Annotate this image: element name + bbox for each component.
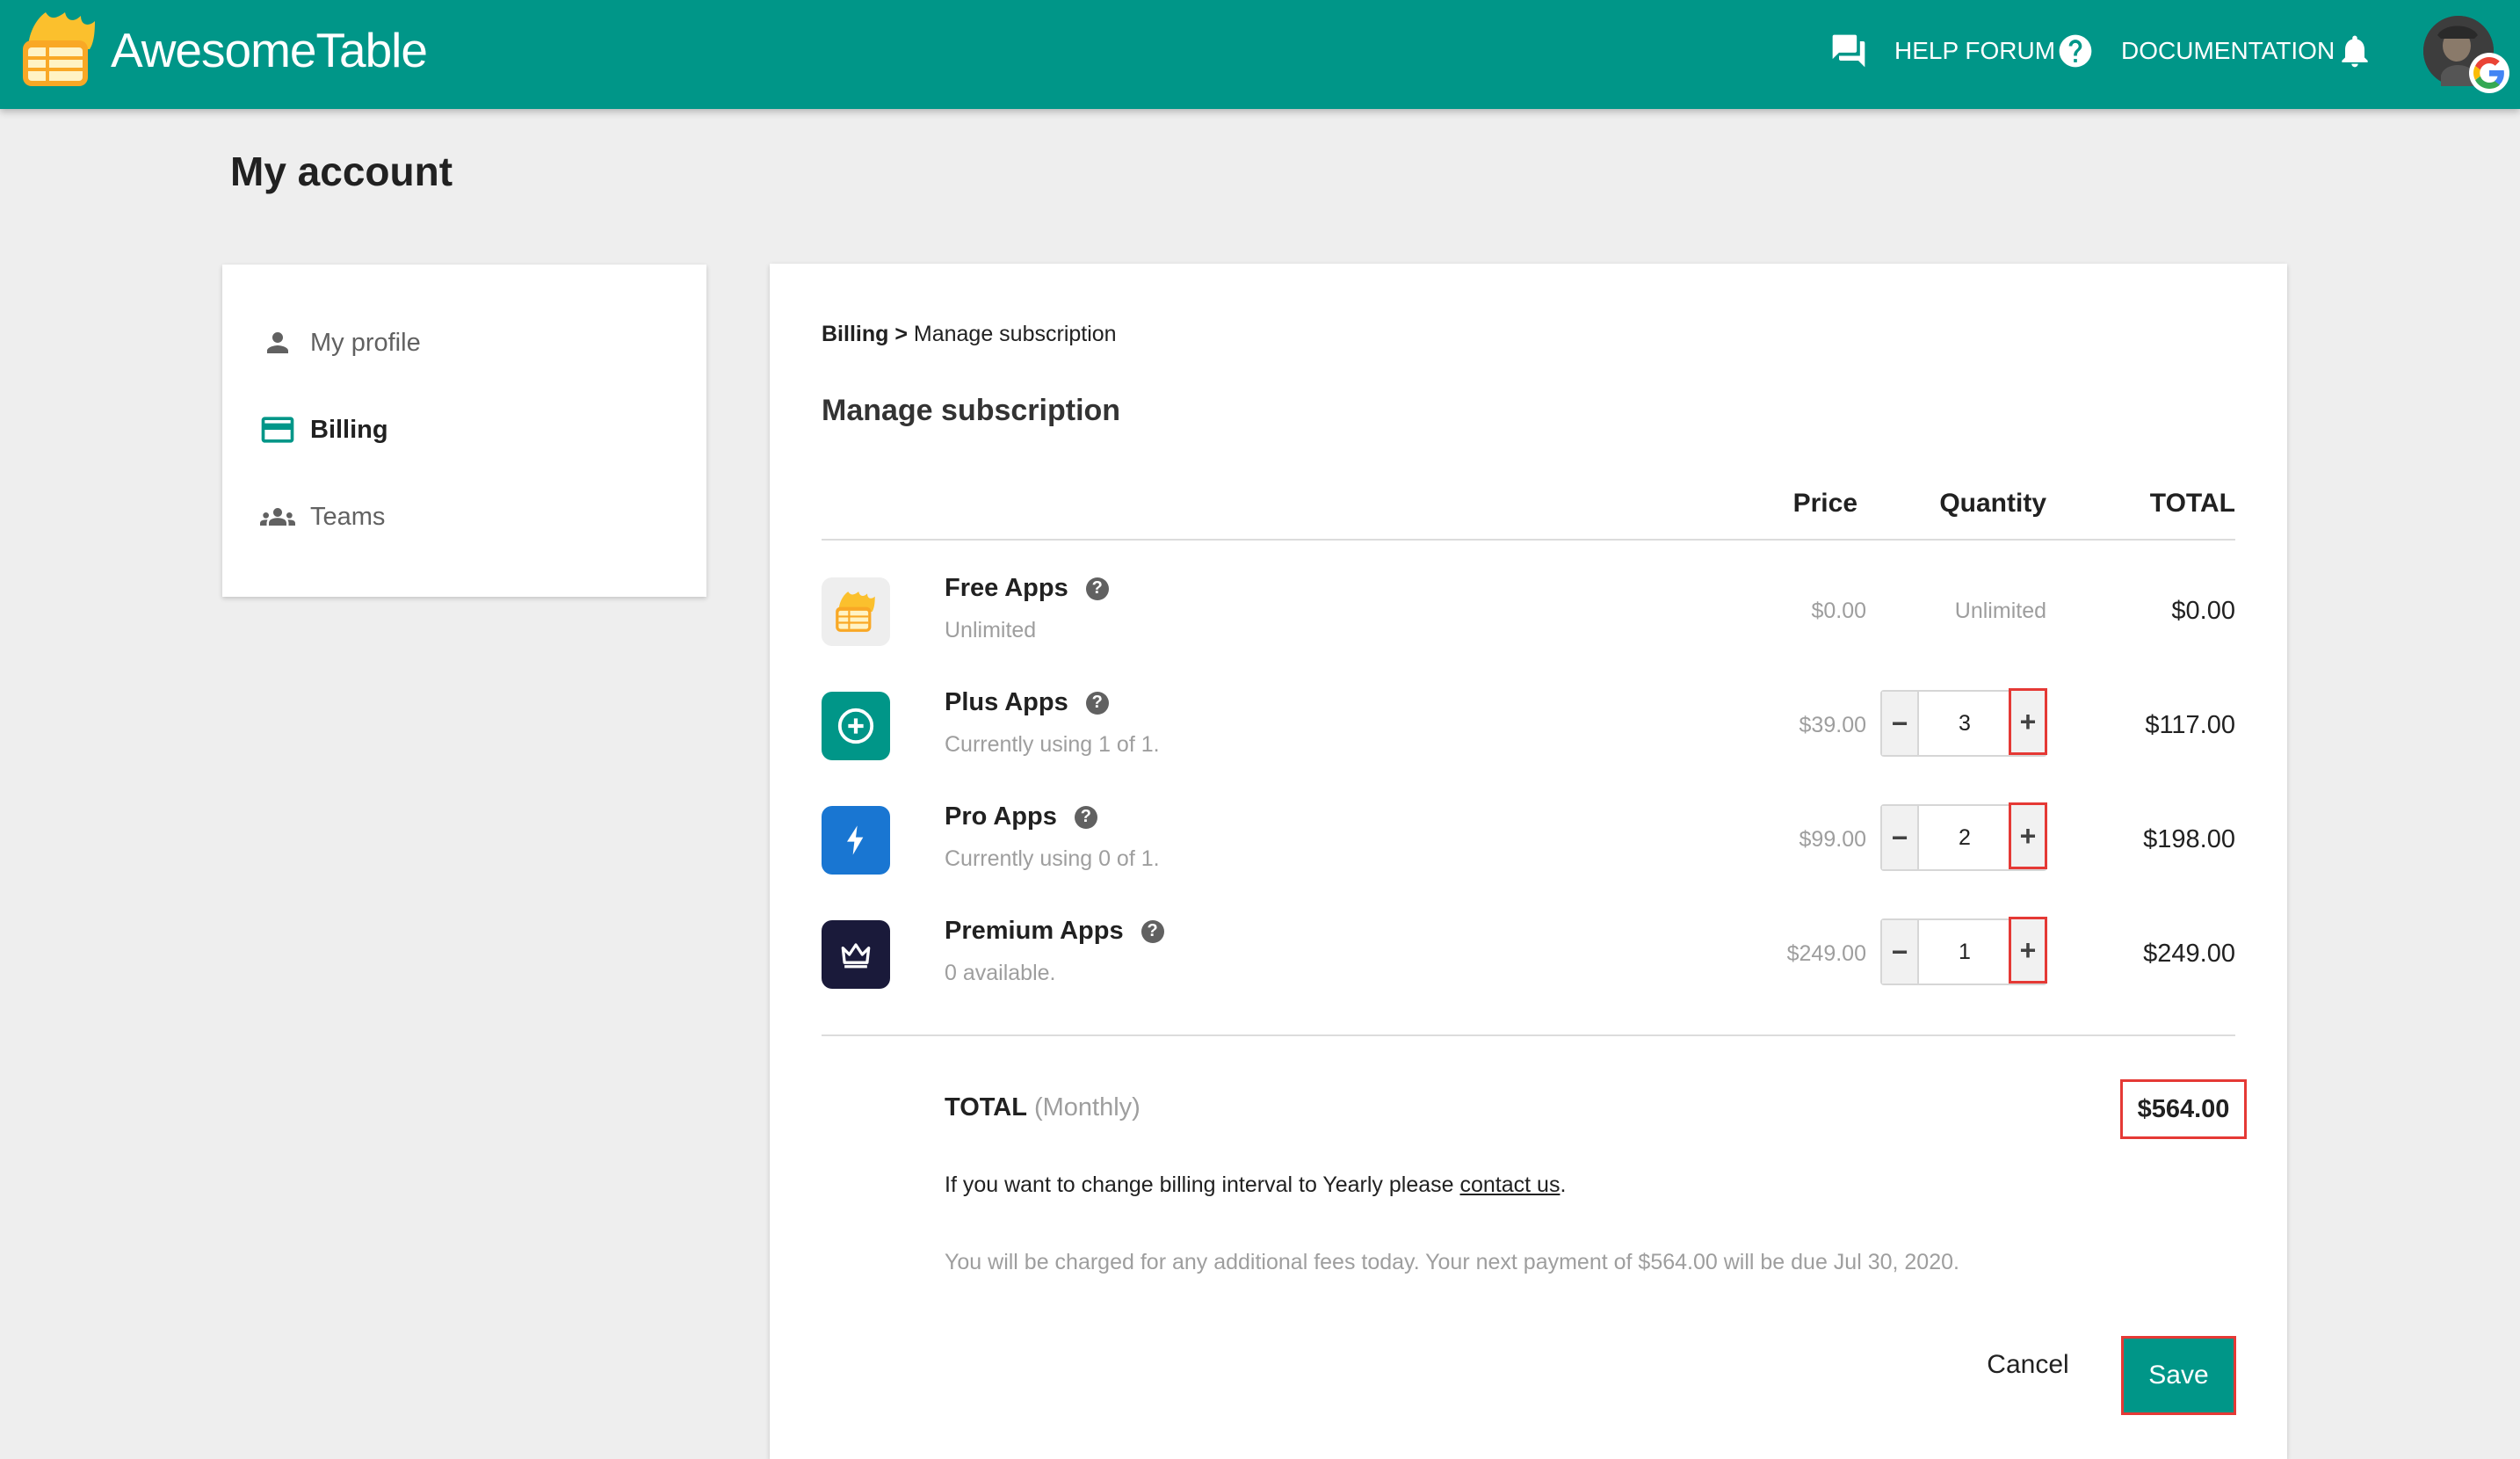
manage-subscription-card: Billing > Manage subscription Manage sub…	[770, 264, 2287, 1459]
plan-name-text: Plus Apps	[945, 688, 1068, 716]
sidebar-item-my-profile[interactable]: My profile	[222, 308, 706, 378]
plan-name-text: Free Apps	[945, 574, 1068, 602]
credit-card-icon	[257, 410, 298, 450]
save-button[interactable]: Save	[2121, 1336, 2236, 1415]
cancel-button[interactable]: Cancel	[1966, 1332, 2089, 1397]
interval-note-text: If you want to change billing interval t…	[945, 1172, 1460, 1197]
column-header-price: Price	[1792, 489, 1857, 518]
quantity-input[interactable]	[1919, 920, 2010, 984]
increment-button[interactable]: +	[2009, 688, 2047, 755]
quantity-stepper: − +	[1880, 917, 2047, 985]
people-icon	[257, 497, 298, 537]
plan-subtitle: Currently using 1 of 1.	[945, 732, 1160, 757]
plan-total: $198.00	[2143, 825, 2235, 853]
column-header-quantity: Quantity	[1939, 489, 2046, 518]
interval-note-suffix: .	[1560, 1172, 1567, 1197]
awesometable-logo-icon[interactable]	[19, 9, 100, 90]
plan-total: $0.00	[2171, 597, 2235, 625]
total-label-text: TOTAL	[945, 1093, 1027, 1121]
page-title: My account	[230, 149, 453, 194]
avatar[interactable]	[2423, 16, 2509, 93]
help-icon[interactable]: ?	[1085, 691, 1109, 715]
help-icon[interactable]: ?	[1085, 577, 1109, 600]
sidebar-item-label: Teams	[310, 502, 386, 531]
forum-icon	[1829, 32, 1868, 70]
plan-price: $0.00	[1811, 599, 1866, 623]
top-app-bar: AwesomeTable HELP FORUM DOCUMENTATION	[0, 0, 2520, 109]
sidebar-item-teams[interactable]: Teams	[222, 482, 706, 552]
quantity-stepper: − +	[1880, 688, 2047, 757]
plan-row-plus: Plus Apps ? Currently using 1 of 1. $39.…	[770, 688, 2287, 788]
decrement-button[interactable]: −	[1882, 692, 1919, 755]
notifications-button[interactable]	[2335, 32, 2374, 70]
plan-name: Plus Apps ?	[945, 688, 1109, 717]
column-header-total: TOTAL	[2149, 489, 2235, 518]
plan-price: $99.00	[1799, 827, 1866, 852]
quantity-input[interactable]	[1919, 692, 2010, 755]
total-period: (Monthly)	[1033, 1093, 1141, 1121]
plan-row-pro: Pro Apps ? Currently using 0 of 1. $99.0…	[770, 802, 2287, 903]
increment-button[interactable]: +	[2009, 802, 2047, 869]
brand-name[interactable]: AwesomeTable	[111, 19, 428, 81]
plan-subtitle: Currently using 0 of 1.	[945, 846, 1160, 871]
sidebar-item-label: My profile	[310, 328, 421, 357]
quantity-input[interactable]	[1919, 806, 2010, 869]
documentation-link[interactable]: DOCUMENTATION	[2056, 32, 2335, 70]
help-icon[interactable]: ?	[1141, 919, 1164, 943]
person-icon	[257, 323, 298, 363]
bell-icon	[2335, 32, 2374, 70]
plan-name-text: Pro Apps	[945, 802, 1057, 831]
total-label: TOTAL (Monthly)	[945, 1093, 1141, 1122]
help-icon[interactable]: ?	[1074, 805, 1097, 829]
breadcrumb-current: Manage subscription	[913, 322, 1117, 346]
plan-row-premium: Premium Apps ? 0 available. $249.00 − + …	[770, 917, 2287, 1017]
plan-quantity: Unlimited	[1954, 599, 2046, 623]
contact-us-link[interactable]: contact us	[1460, 1172, 1561, 1197]
breadcrumb: Billing > Manage subscription	[822, 322, 1117, 347]
plan-name: Free Apps ?	[945, 574, 1109, 603]
decrement-button[interactable]: −	[1882, 920, 1919, 984]
crown-icon	[822, 920, 890, 989]
plan-row-free: Free Apps ? Unlimited $0.00 Unlimited $0…	[770, 574, 2287, 674]
header-divider	[822, 539, 2235, 541]
charge-note: You will be charged for any additional f…	[945, 1250, 1959, 1274]
quantity-stepper: − +	[1880, 802, 2047, 871]
google-badge-icon	[2469, 53, 2509, 93]
awesometable-logo-icon	[822, 577, 890, 646]
billing-interval-note: If you want to change billing interval t…	[945, 1172, 1566, 1198]
plan-total: $117.00	[2145, 711, 2235, 739]
plan-price: $249.00	[1786, 941, 1866, 966]
plan-name-text: Premium Apps	[945, 917, 1124, 945]
breadcrumb-billing[interactable]: Billing	[822, 322, 888, 346]
plan-name: Pro Apps ?	[945, 802, 1097, 831]
totals-divider	[822, 1034, 2235, 1036]
plan-subtitle: Unlimited	[945, 618, 1037, 642]
help-forum-link[interactable]: HELP FORUM	[1829, 32, 2055, 70]
help-forum-label: HELP FORUM	[1894, 37, 2056, 64]
section-title: Manage subscription	[822, 394, 1121, 427]
plan-name: Premium Apps ?	[945, 917, 1164, 946]
plus-circle-icon	[822, 692, 890, 760]
lightning-icon	[822, 806, 890, 875]
plan-subtitle: 0 available.	[945, 961, 1056, 985]
plan-total: $249.00	[2143, 940, 2235, 968]
sidebar-item-label: Billing	[310, 415, 388, 444]
decrement-button[interactable]: −	[1882, 806, 1919, 869]
increment-button[interactable]: +	[2009, 917, 2047, 984]
grand-total: $564.00	[2120, 1079, 2247, 1139]
account-sidebar: My profile Billing Teams	[222, 265, 706, 597]
help-circle-icon	[2056, 32, 2095, 70]
breadcrumb-separator: >	[888, 322, 914, 346]
plan-price: $39.00	[1799, 713, 1866, 737]
documentation-label: DOCUMENTATION	[2121, 37, 2335, 64]
sidebar-item-billing[interactable]: Billing	[222, 395, 706, 465]
